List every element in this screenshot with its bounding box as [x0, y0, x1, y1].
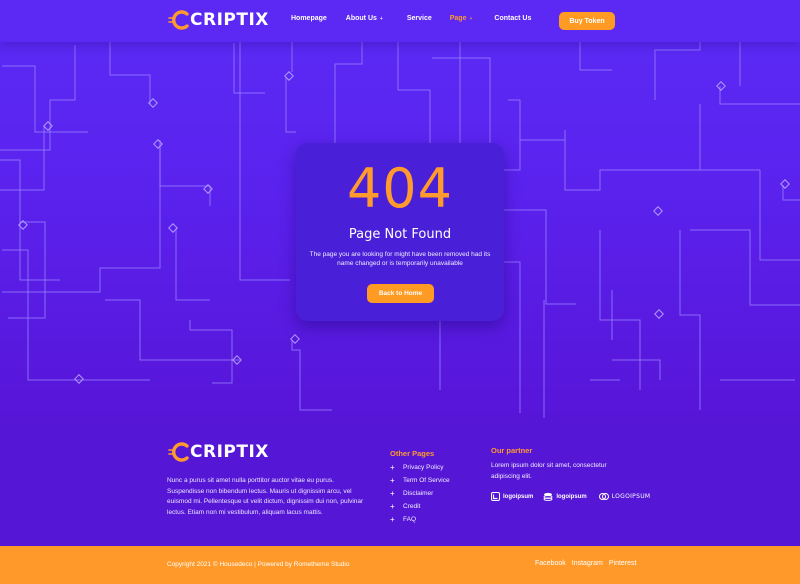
footer: CRIPTIX Nunc a purus sit amet nulla port…: [0, 418, 800, 546]
nav-label: Page: [449, 15, 467, 22]
error-description: The page you are looking for might have …: [309, 251, 491, 267]
top-navbar: CRIPTIX Homepage About Us + Service Page…: [0, 0, 800, 42]
buy-token-button[interactable]: Buy Token: [559, 12, 615, 30]
plus-icon: +: [390, 463, 395, 472]
footer-logo[interactable]: CRIPTIX: [168, 441, 269, 463]
footer-link-privacy-policy[interactable]: + Privacy Policy: [390, 461, 450, 474]
main-menu: Homepage About Us + Service Page + Conta…: [291, 15, 531, 22]
footer-link-disclaimer[interactable]: + Disclaimer: [390, 487, 450, 500]
link-label: Term Of Service: [403, 477, 450, 484]
c-coin-icon: [168, 10, 189, 30]
brand-name: CRIPTIX: [190, 10, 269, 30]
error-card: 404 Page Not Found The page you are look…: [296, 143, 504, 321]
partner-description: Lorem ipsum dolor sit amet, consectetur …: [491, 462, 607, 480]
nav-label: Homepage: [291, 15, 327, 22]
nav-item-contact-us[interactable]: Contact Us: [494, 15, 531, 22]
our-partner-title: Our partner: [491, 446, 533, 455]
link-label: Credit: [403, 503, 421, 510]
nav-item-page[interactable]: Page +: [450, 15, 473, 22]
c-coin-icon: [168, 442, 189, 462]
nav-label: About Us: [345, 15, 377, 22]
link-label: Disclaimer: [403, 490, 434, 497]
footer-about-text: Nunc a purus sit amet nulla porttitor au…: [167, 477, 364, 516]
plus-icon: +: [469, 15, 473, 22]
partner-mark-icon: [543, 492, 553, 501]
partner-logo-2[interactable]: logoipsum: [543, 492, 587, 501]
error-code: 404: [346, 157, 454, 220]
plus-icon: +: [390, 502, 395, 511]
error-title: Page Not Found: [348, 227, 452, 242]
back-to-home-button[interactable]: Back to Home: [367, 284, 434, 303]
nav-label: Service: [406, 15, 432, 22]
link-label: Privacy Policy: [403, 464, 444, 471]
partner-logo-1[interactable]: logoipsum: [491, 492, 533, 501]
social-link-instagram[interactable]: Instagram: [572, 560, 603, 567]
nav-item-homepage[interactable]: Homepage: [291, 15, 327, 22]
social-link-pinterest[interactable]: Pinterest: [609, 560, 637, 567]
partner-mark-icon: [491, 492, 500, 501]
hero-section: 404 Page Not Found The page you are look…: [0, 0, 800, 418]
plus-icon: +: [390, 515, 395, 524]
nav-item-service[interactable]: Service: [407, 15, 432, 22]
link-label: FAQ: [403, 516, 417, 523]
partner-logos: logoipsum logoipsum LOGOIPSUM: [491, 492, 650, 501]
partner-name: logoipsum: [503, 493, 534, 500]
brand-logo[interactable]: CRIPTIX: [168, 9, 269, 31]
footer-link-credit[interactable]: + Credit: [390, 500, 450, 513]
plus-icon: +: [379, 15, 383, 22]
copyright-text: Copyright 2021 © Housedeco | Powered by …: [167, 561, 350, 568]
brand-name: CRIPTIX: [190, 442, 269, 462]
bottom-bar: Copyright 2021 © Housedeco | Powered by …: [0, 546, 800, 584]
other-pages-title: Other Pages: [390, 449, 435, 458]
social-link-facebook[interactable]: Facebook: [535, 560, 566, 567]
partner-logo-3[interactable]: LOGOIPSUM: [598, 492, 651, 501]
footer-link-term-of-service[interactable]: + Term Of Service: [390, 474, 450, 487]
partner-name: logoipsum: [556, 493, 587, 500]
plus-icon: +: [390, 489, 395, 498]
social-links: Facebook Instagram Pinterest: [535, 560, 643, 567]
other-pages-list: + Privacy Policy + Term Of Service + Discla…: [390, 461, 450, 526]
partner-name: LOGOIPSUM: [611, 493, 651, 500]
partner-mark-icon: [598, 493, 609, 500]
nav-item-about-us[interactable]: About Us +: [346, 15, 383, 22]
plus-icon: +: [390, 476, 395, 485]
nav-label: Contact Us: [494, 15, 532, 22]
footer-link-faq[interactable]: + FAQ: [390, 513, 450, 526]
